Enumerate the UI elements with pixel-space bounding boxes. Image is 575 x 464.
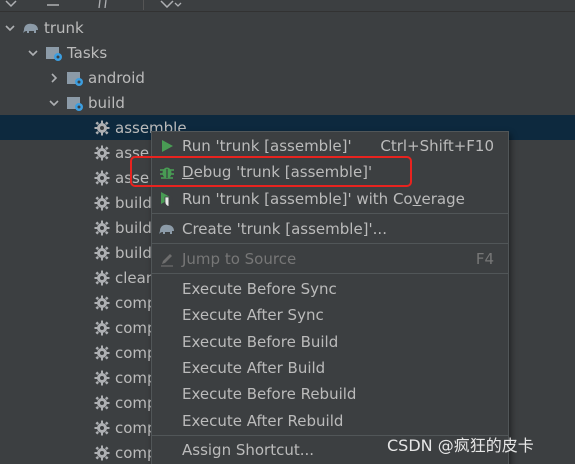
tree-node-label: Tasks (67, 43, 108, 62)
gear-icon (93, 244, 111, 262)
tree-node-label: build (88, 93, 125, 112)
folder-gear-icon (66, 94, 84, 112)
pencil-icon (158, 250, 176, 268)
menu-item-run-with-coverage[interactable]: Run 'trunk [assemble]' with Coverage (152, 186, 508, 212)
gear-icon (93, 294, 111, 312)
gear-icon (93, 344, 111, 362)
menu-separator (152, 243, 508, 244)
gear-icon (93, 219, 111, 237)
expand-all-icon[interactable] (4, 0, 18, 10)
menu-separator (152, 213, 508, 214)
menu-item-jump-to-source[interactable]: Jump to Source F4 (152, 246, 508, 272)
gear-icon (93, 144, 111, 162)
menu-item-execute[interactable]: Execute After Sync (152, 302, 508, 328)
tree-task-label: build (115, 193, 152, 212)
menu-item-execute[interactable]: Execute Before Sync (152, 276, 508, 302)
coverage-icon (158, 190, 176, 208)
menu-item-debug[interactable]: Debug 'trunk [assemble]' (152, 159, 508, 185)
gear-icon (93, 394, 111, 412)
menu-item-execute[interactable]: Execute Before Build (152, 329, 508, 355)
tree-task-label: asse (115, 143, 150, 162)
folder-gear-icon (45, 44, 63, 62)
context-menu: Run 'trunk [assemble]' Ctrl+Shift+F10 De… (151, 131, 509, 464)
gear-icon (93, 169, 111, 187)
link-icon[interactable] (96, 0, 110, 10)
chevron-down-icon[interactable] (27, 47, 39, 59)
gear-icon (93, 444, 111, 462)
tree-node-build[interactable]: build (0, 90, 575, 115)
gradle-icon (158, 220, 176, 238)
menu-item-execute[interactable]: Execute After Rebuild (152, 408, 508, 434)
tree-task-label: build (115, 218, 152, 237)
chevron-down-icon[interactable] (4, 22, 16, 34)
shortcut-label: Ctrl+Shift+F10 (380, 137, 494, 155)
chevron-down-icon[interactable] (48, 97, 60, 109)
filter-icon[interactable] (160, 0, 182, 10)
tree-task-label: clean (115, 268, 156, 287)
folder-gear-icon (66, 69, 84, 87)
shortcut-label: F4 (475, 250, 494, 268)
toolbar-divider (143, 0, 144, 10)
menu-separator (152, 273, 508, 274)
gear-icon (93, 369, 111, 387)
menu-item-execute[interactable]: Execute Before Rebuild (152, 381, 508, 407)
chevron-right-icon[interactable] (48, 72, 60, 84)
debug-icon (158, 163, 176, 181)
gear-icon (93, 194, 111, 212)
tree-node-tasks[interactable]: Tasks (0, 40, 575, 65)
gear-icon (93, 269, 111, 287)
tree-task-label: build (115, 243, 152, 262)
gear-icon (93, 119, 111, 137)
tree-node-trunk[interactable]: trunk (0, 15, 575, 40)
menu-item-label: ebug 'trunk [assemble]' (193, 163, 373, 181)
tree-node-android[interactable]: android (0, 65, 575, 90)
gear-icon (93, 319, 111, 337)
toolbar (0, 0, 575, 12)
elephant-icon (22, 19, 40, 37)
collapse-all-icon[interactable] (46, 0, 60, 10)
tree-task-label: asse (115, 168, 150, 187)
tree-node-label: trunk (44, 18, 84, 37)
run-icon (158, 137, 176, 155)
mnemonic-char: D (182, 163, 194, 181)
gear-icon (93, 419, 111, 437)
menu-item-execute[interactable]: Execute After Build (152, 355, 508, 381)
watermark: CSDN @疯狂的皮卡 (387, 436, 534, 455)
menu-item-run[interactable]: Run 'trunk [assemble]' Ctrl+Shift+F10 (152, 133, 508, 159)
tree-node-label: android (88, 68, 145, 87)
menu-item-create-configuration[interactable]: Create 'trunk [assemble]'... (152, 216, 508, 242)
